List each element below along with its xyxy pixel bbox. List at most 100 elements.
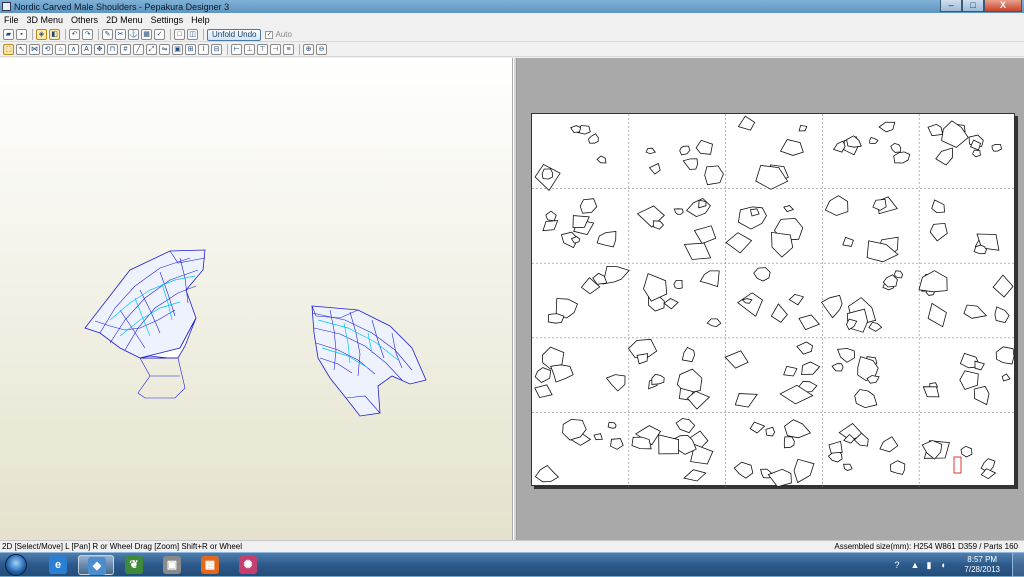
pattern-part[interactable] bbox=[541, 168, 554, 180]
tab-tool-icon[interactable]: ⊓ bbox=[107, 44, 118, 55]
join-tool-icon[interactable]: ⋈ bbox=[29, 44, 40, 55]
pointer-tool-icon[interactable]: ↖ bbox=[16, 44, 27, 55]
start-button[interactable] bbox=[5, 554, 27, 576]
pattern-part[interactable] bbox=[893, 151, 911, 164]
pattern-part[interactable] bbox=[784, 419, 812, 439]
pattern-part[interactable] bbox=[545, 210, 557, 222]
align-left-icon[interactable]: ⊢ bbox=[231, 44, 242, 55]
pattern-part[interactable] bbox=[843, 463, 853, 471]
pattern-part[interactable] bbox=[788, 293, 805, 306]
pattern-part[interactable] bbox=[824, 195, 849, 216]
close-button[interactable]: X bbox=[984, 0, 1022, 12]
pattern-part[interactable] bbox=[607, 421, 617, 429]
checkbox-box[interactable]: ✓ bbox=[265, 30, 274, 39]
pattern-part[interactable] bbox=[783, 436, 795, 449]
image-tool-icon[interactable]: ▣ bbox=[172, 44, 183, 55]
pattern-part[interactable] bbox=[749, 421, 766, 434]
pattern-part[interactable] bbox=[648, 162, 661, 175]
pattern-part[interactable] bbox=[783, 205, 795, 213]
pattern-part[interactable] bbox=[828, 440, 843, 454]
menu-3d[interactable]: 3D Menu bbox=[23, 14, 68, 27]
menu-2d[interactable]: 2D Menu bbox=[102, 14, 147, 27]
pattern-part[interactable] bbox=[695, 139, 713, 155]
pattern-part[interactable] bbox=[733, 461, 754, 479]
cut-icon[interactable]: ✂ bbox=[115, 29, 126, 40]
help-icon[interactable]: ? bbox=[892, 560, 902, 570]
pattern-part[interactable] bbox=[879, 436, 899, 453]
menu-others[interactable]: Others bbox=[67, 14, 102, 27]
pattern-part[interactable] bbox=[889, 460, 906, 475]
3d-model-canvas[interactable] bbox=[0, 58, 513, 540]
pattern-part[interactable] bbox=[579, 198, 598, 214]
display-3d-icon[interactable]: ◈ bbox=[36, 29, 47, 40]
flip-tool-icon[interactable]: ⇋ bbox=[159, 44, 170, 55]
maximize-button[interactable]: □ bbox=[962, 0, 984, 12]
pattern-part[interactable] bbox=[868, 321, 883, 332]
pattern-part[interactable] bbox=[593, 433, 603, 441]
pattern-part[interactable] bbox=[995, 346, 1015, 365]
pattern-part[interactable] bbox=[753, 267, 771, 282]
pattern-part[interactable] bbox=[894, 270, 904, 279]
zoom-out-icon[interactable]: ⊖ bbox=[316, 44, 327, 55]
pattern-part[interactable] bbox=[673, 208, 684, 215]
pattern-part[interactable] bbox=[651, 373, 665, 385]
pattern-part[interactable] bbox=[980, 468, 997, 480]
pattern-part[interactable] bbox=[683, 469, 707, 482]
open-icon[interactable]: ▰ bbox=[3, 29, 14, 40]
select-tool-icon[interactable]: ⬚ bbox=[3, 44, 14, 55]
pattern-part[interactable] bbox=[929, 222, 948, 242]
pattern-part[interactable] bbox=[918, 270, 948, 293]
zoom-in-icon[interactable]: ⊕ bbox=[303, 44, 314, 55]
pattern-part[interactable] bbox=[725, 232, 753, 254]
pattern-part[interactable] bbox=[963, 304, 988, 319]
pattern-part[interactable] bbox=[550, 364, 574, 383]
pattern-part[interactable] bbox=[679, 145, 691, 156]
pattern-part[interactable] bbox=[605, 374, 626, 392]
taskbar-app5[interactable]: ▦ bbox=[192, 555, 228, 575]
pattern-part[interactable] bbox=[570, 125, 582, 133]
pattern-part[interactable] bbox=[534, 384, 553, 399]
pattern-part[interactable] bbox=[542, 220, 559, 232]
pattern-part[interactable] bbox=[534, 367, 552, 383]
pattern-part[interactable] bbox=[643, 273, 668, 302]
pattern-part[interactable] bbox=[994, 306, 1010, 324]
pattern-part[interactable] bbox=[724, 350, 749, 369]
pattern-part[interactable] bbox=[837, 348, 856, 363]
arrange-tool-icon[interactable]: ⊟ bbox=[211, 44, 222, 55]
network-icon[interactable]: ▮ bbox=[924, 560, 934, 570]
pattern-part[interactable] bbox=[974, 360, 985, 371]
pattern-part[interactable] bbox=[693, 225, 717, 245]
taskbar-app6[interactable]: ✺ bbox=[230, 555, 266, 575]
clock[interactable]: 8:57 PM 7/28/2013 bbox=[964, 555, 1000, 575]
title-bar[interactable]: Nordic Carved Male Shoulders - Pepakura … bbox=[0, 0, 1024, 13]
pattern-part[interactable] bbox=[783, 365, 798, 377]
pattern-layout[interactable] bbox=[532, 114, 1016, 488]
check-icon[interactable]: ✓ bbox=[154, 29, 165, 40]
pattern-part[interactable] bbox=[801, 361, 821, 376]
pattern-part[interactable] bbox=[673, 279, 683, 290]
line-tool-icon[interactable]: ╱ bbox=[133, 44, 144, 55]
align-bottom-icon[interactable]: ⊣ bbox=[270, 44, 281, 55]
distribute-icon[interactable]: ≡ bbox=[283, 44, 294, 55]
pattern-part[interactable] bbox=[602, 265, 630, 285]
pattern-part[interactable] bbox=[922, 386, 940, 398]
pattern-part[interactable] bbox=[972, 149, 981, 158]
pattern-part[interactable] bbox=[842, 236, 854, 247]
pattern-part[interactable] bbox=[854, 389, 878, 409]
edge-tool-icon[interactable]: ⌇ bbox=[198, 44, 209, 55]
pattern-part[interactable] bbox=[682, 158, 699, 170]
align-top-icon[interactable]: ⊤ bbox=[257, 44, 268, 55]
pattern-part[interactable] bbox=[821, 294, 843, 319]
pattern-part[interactable] bbox=[652, 220, 665, 230]
display-2d-icon[interactable]: ◧ bbox=[49, 29, 60, 40]
pattern-part[interactable] bbox=[780, 139, 804, 156]
pattern-part[interactable] bbox=[704, 165, 724, 186]
pattern-part[interactable] bbox=[941, 120, 969, 148]
taskbar-app3[interactable]: ❦ bbox=[116, 555, 152, 575]
expand-tray-icon[interactable]: ▲ bbox=[910, 560, 920, 570]
move-tool-icon[interactable]: ✥ bbox=[94, 44, 105, 55]
flap-tool-icon[interactable]: ⌂ bbox=[55, 44, 66, 55]
pattern-part[interactable] bbox=[869, 137, 879, 145]
volume-icon[interactable]: ◖ bbox=[938, 560, 948, 570]
taskbar-app4[interactable]: ▣ bbox=[154, 555, 190, 575]
